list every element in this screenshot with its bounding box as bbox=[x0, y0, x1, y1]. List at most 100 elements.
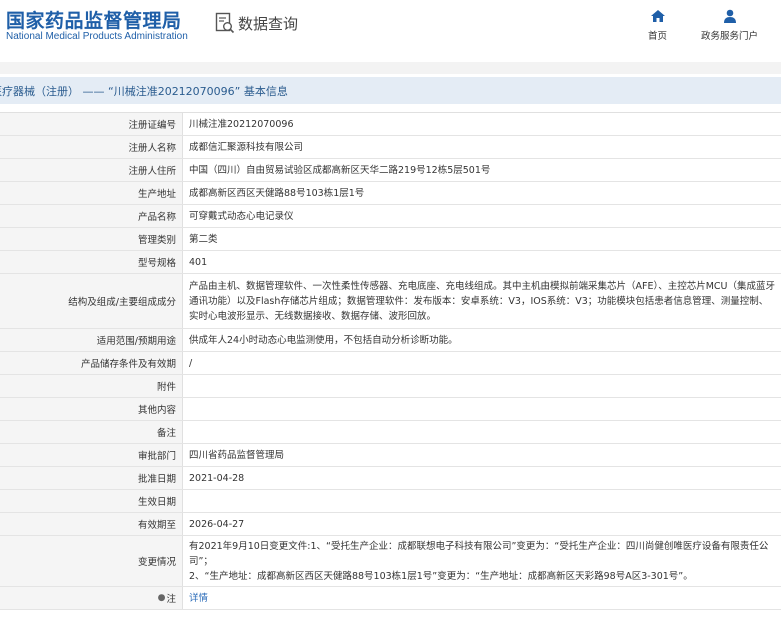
detail-cell: 详情 bbox=[183, 587, 781, 609]
table-row: 备注 bbox=[0, 421, 781, 444]
field-value-text: 2026-04-27 bbox=[189, 518, 245, 530]
field-value: 产品由主机、数据管理软件、一次性柔性传感器、充电底座、充电线组成。其中主机由模拟… bbox=[183, 274, 781, 328]
field-label: 管理类别 bbox=[0, 228, 183, 250]
data-query-heading[interactable]: 数据查询 bbox=[215, 12, 298, 34]
table-row: 生效日期 bbox=[0, 490, 781, 513]
field-label-text: 注册人名称 bbox=[128, 143, 176, 154]
table-row: 其他内容 bbox=[0, 398, 781, 421]
field-label: 生效日期 bbox=[0, 490, 183, 512]
field-value-text: 产品由主机、数据管理软件、一次性柔性传感器、充电底座、充电线组成。其中主机由模拟… bbox=[189, 280, 776, 322]
field-label: 附件 bbox=[0, 375, 183, 397]
field-label-text: 产品储存条件及有效期 bbox=[80, 359, 176, 370]
field-value-text: 川械注准20212070096 bbox=[189, 118, 294, 130]
field-label-text: 有效期至 bbox=[137, 520, 176, 531]
field-label: 有效期至 bbox=[0, 513, 183, 535]
field-label: 结构及组成/主要组成成分 bbox=[0, 274, 183, 328]
detail-link[interactable]: 详情 bbox=[189, 591, 208, 606]
field-label-text: 注册人住所 bbox=[128, 166, 176, 177]
nav-home-link[interactable]: 首页 bbox=[648, 8, 667, 42]
table-row: 生产地址 成都高新区西区天健路88号103栋1层1号 bbox=[0, 182, 781, 205]
field-label-text: 管理类别 bbox=[137, 235, 176, 246]
page-title-bar: 医疗器械（注册） —— “川械注准20212070096” 基本信息 bbox=[0, 77, 781, 104]
field-value-text: 有2021年9月10日变更文件:1、“受托生产企业：成都联想电子科技有限公司”变… bbox=[189, 540, 769, 582]
field-label: 变更情况 bbox=[0, 536, 183, 586]
field-label: 生产地址 bbox=[0, 182, 183, 204]
table-row: ● 注 详情 bbox=[0, 587, 781, 610]
table-row: 审批部门 四川省药品监督管理局 bbox=[0, 444, 781, 467]
table-row: 附件 bbox=[0, 375, 781, 398]
field-value-text: 401 bbox=[189, 256, 208, 268]
field-label-text: 生产地址 bbox=[137, 189, 176, 200]
pin-icon: ● bbox=[157, 593, 166, 603]
field-value: / bbox=[183, 352, 781, 374]
table-row: 结构及组成/主要组成成分 产品由主机、数据管理软件、一次性柔性传感器、充电底座、充… bbox=[0, 274, 781, 329]
site-logo-en[interactable]: National Medical Products Administration bbox=[6, 31, 188, 42]
field-value-text: 四川省药品监督管理局 bbox=[189, 449, 285, 461]
nav-service-portal-link[interactable]: 政务服务门户 bbox=[701, 8, 758, 42]
field-label-text: 注册证编号 bbox=[128, 120, 176, 131]
field-label: 适用范围/预期用途 bbox=[0, 329, 183, 351]
table-row: 有效期至 2026-04-27 bbox=[0, 513, 781, 536]
table-row: 注册人住所 中国（四川）自由贸易试验区成都高新区天华二路219号12栋5层501号 bbox=[0, 159, 781, 182]
table-row: 型号规格 401 bbox=[0, 251, 781, 274]
field-value-text: / bbox=[189, 357, 193, 369]
field-value bbox=[183, 375, 781, 397]
field-value: 成都信汇聚源科技有限公司 bbox=[183, 136, 781, 158]
field-value: 有2021年9月10日变更文件:1、“受托生产企业：成都联想电子科技有限公司”变… bbox=[183, 536, 781, 586]
info-table: 注册证编号 川械注准20212070096 注册人名称 成都信汇聚源科技有限公司 注册人… bbox=[0, 112, 781, 610]
field-value-text: 供成年人24小时动态心电监测使用，不包括自动分析诊断功能。 bbox=[189, 334, 458, 346]
field-label-text: 批准日期 bbox=[137, 474, 176, 485]
field-value-text: 成都高新区西区天健路88号103栋1层1号 bbox=[189, 187, 365, 199]
field-label: 注册人名称 bbox=[0, 136, 183, 158]
field-value: 401 bbox=[183, 251, 781, 273]
field-label: 注册证编号 bbox=[0, 113, 183, 135]
table-row: 适用范围/预期用途 供成年人24小时动态心电监测使用，不包括自动分析诊断功能。 bbox=[0, 329, 781, 352]
field-label-text: 注 bbox=[166, 594, 176, 605]
field-label-text: 附件 bbox=[156, 382, 176, 393]
site-header: 国家药品监督管理局 National Medical Products Admi… bbox=[0, 0, 781, 62]
field-value bbox=[183, 490, 781, 512]
field-value: 第二类 bbox=[183, 228, 781, 250]
data-query-label: 数据查询 bbox=[238, 14, 299, 33]
field-label: 其他内容 bbox=[0, 398, 183, 420]
page-title: 医疗器械（注册） —— “川械注准20212070096” 基本信息 bbox=[0, 84, 288, 98]
table-row: 产品名称 可穿戴式动态心电记录仪 bbox=[0, 205, 781, 228]
field-label: 型号规格 bbox=[0, 251, 183, 273]
field-label-text: 备注 bbox=[156, 428, 176, 439]
field-label-text: 适用范围/预期用途 bbox=[96, 336, 176, 347]
field-value bbox=[183, 421, 781, 443]
field-value: 2026-04-27 bbox=[183, 513, 781, 535]
table-row: 产品储存条件及有效期 / bbox=[0, 352, 781, 375]
table-row: 注册人名称 成都信汇聚源科技有限公司 bbox=[0, 136, 781, 159]
field-value-text: 中国（四川）自由贸易试验区成都高新区天华二路219号12栋5层501号 bbox=[189, 164, 491, 176]
field-label-text: 型号规格 bbox=[137, 258, 176, 269]
site-logo-cn[interactable]: 国家药品监督管理局 bbox=[6, 6, 182, 33]
field-value bbox=[183, 398, 781, 420]
field-value: 供成年人24小时动态心电监测使用，不包括自动分析诊断功能。 bbox=[183, 329, 781, 351]
field-value: 川械注准20212070096 bbox=[183, 113, 781, 135]
field-value: 中国（四川）自由贸易试验区成都高新区天华二路219号12栋5层501号 bbox=[183, 159, 781, 181]
field-value-text: 可穿戴式动态心电记录仪 bbox=[189, 210, 294, 222]
user-icon bbox=[722, 8, 738, 23]
field-label-text: 产品名称 bbox=[137, 212, 176, 223]
field-value-text: 2021-04-28 bbox=[189, 472, 245, 484]
nav-service-label: 政务服务门户 bbox=[701, 31, 759, 42]
header-divider bbox=[0, 62, 781, 74]
table-row: 管理类别 第二类 bbox=[0, 228, 781, 251]
field-label-text: 审批部门 bbox=[137, 451, 176, 462]
field-value: 可穿戴式动态心电记录仪 bbox=[183, 205, 781, 227]
nav-home-label: 首页 bbox=[648, 31, 668, 42]
home-icon bbox=[650, 8, 666, 22]
field-label: 备注 bbox=[0, 421, 183, 443]
document-search-icon bbox=[215, 12, 235, 34]
field-value: 2021-04-28 bbox=[183, 467, 781, 489]
field-label: 产品名称 bbox=[0, 205, 183, 227]
field-value-text: 第二类 bbox=[189, 233, 218, 245]
field-value: 成都高新区西区天健路88号103栋1层1号 bbox=[183, 182, 781, 204]
table-row: 变更情况 有2021年9月10日变更文件:1、“受托生产企业：成都联想电子科技有限… bbox=[0, 536, 781, 587]
field-label-text: 其他内容 bbox=[137, 405, 176, 416]
field-label-text: 变更情况 bbox=[137, 557, 176, 568]
field-label: 注册人住所 bbox=[0, 159, 183, 181]
table-row: 注册证编号 川械注准20212070096 bbox=[0, 113, 781, 136]
field-value: 四川省药品监督管理局 bbox=[183, 444, 781, 466]
